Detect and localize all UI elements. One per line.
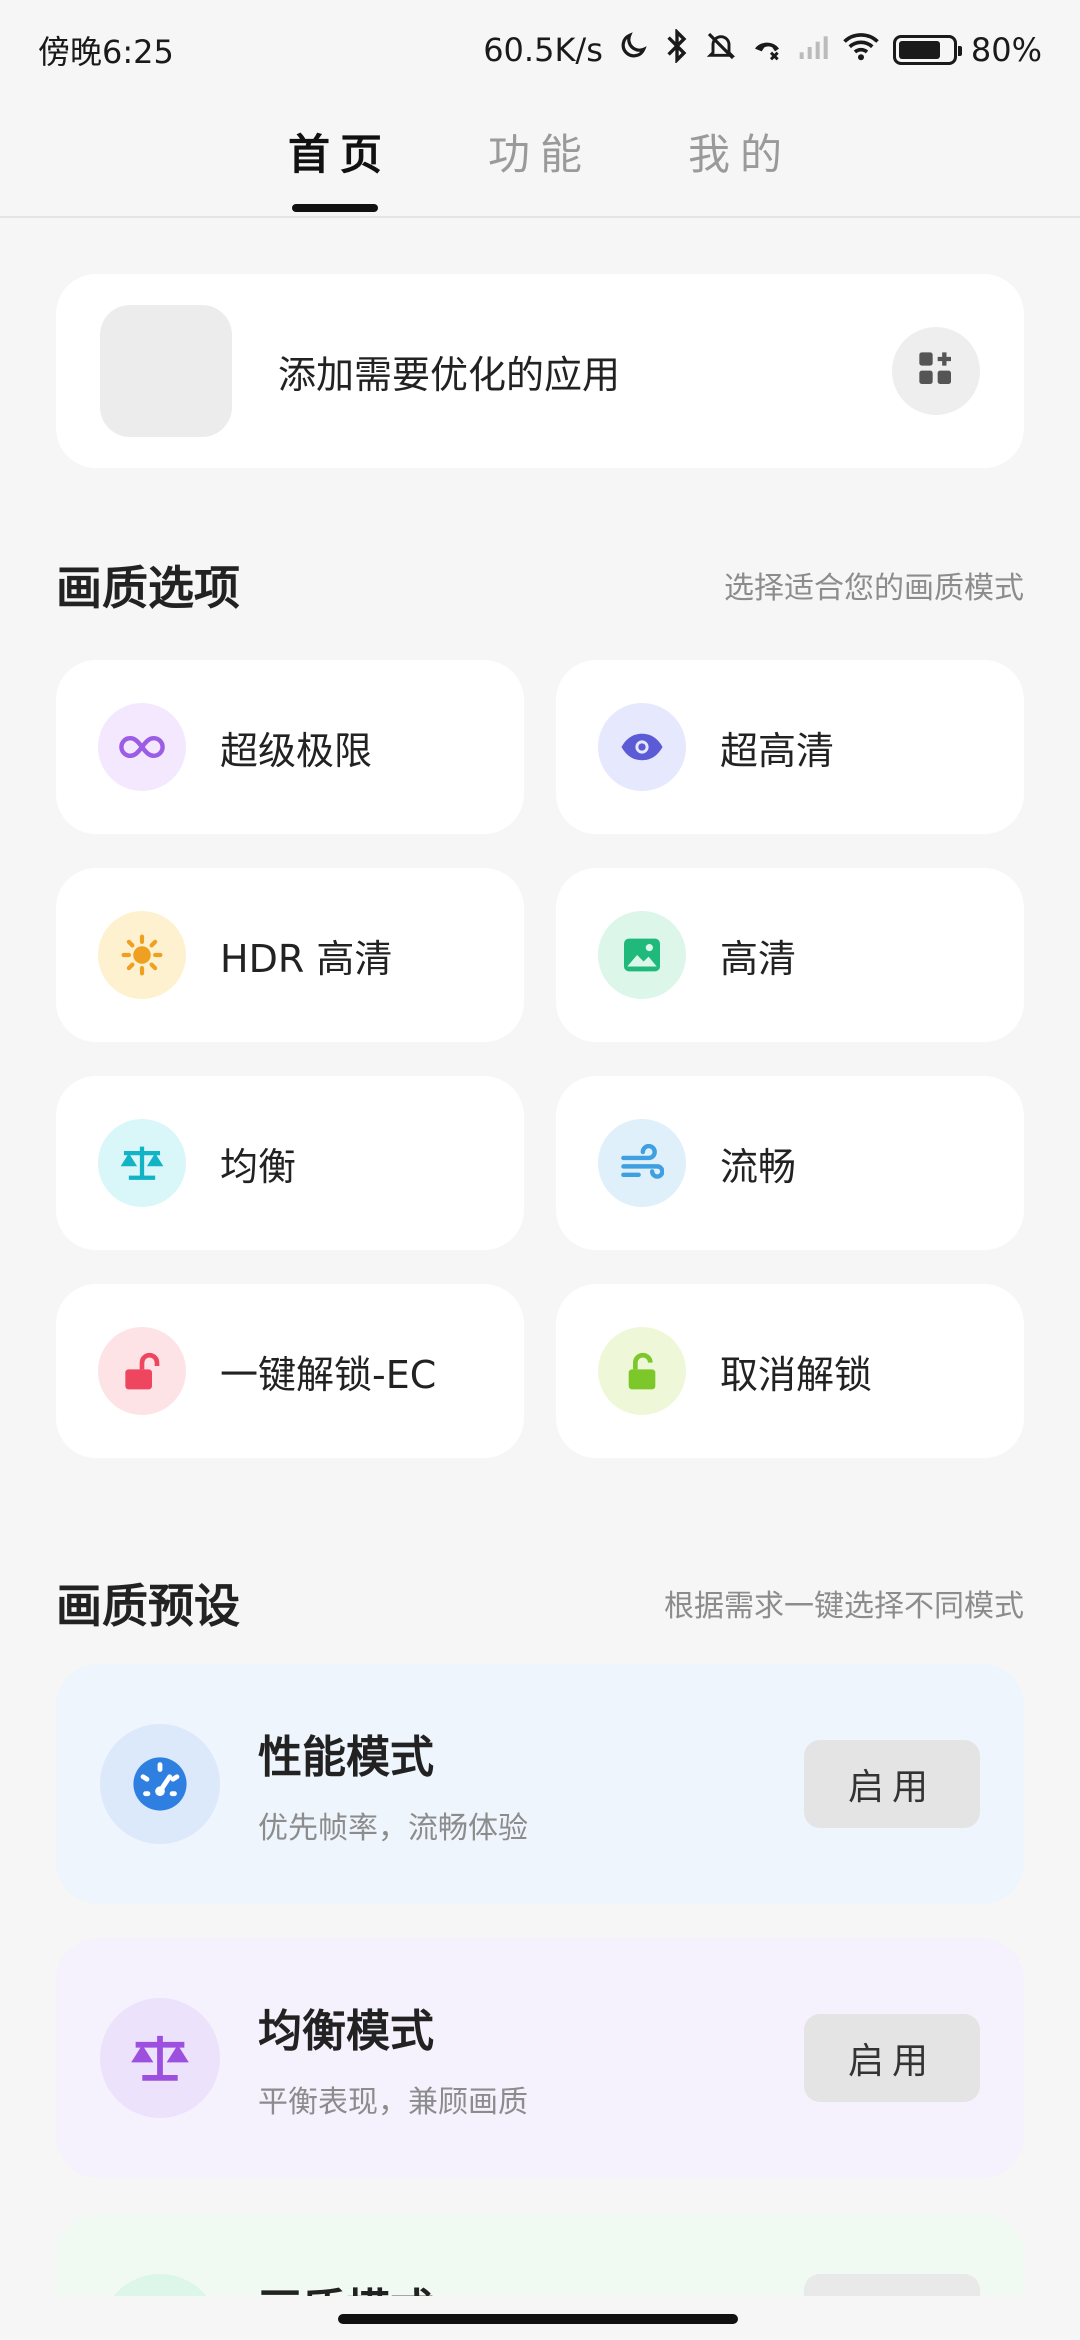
option-label: 高清: [720, 936, 797, 981]
enable-button[interactable]: 启用: [804, 2014, 980, 2102]
speedometer-icon: [100, 1724, 220, 1844]
status-icons: 60.5K/s 80%: [483, 27, 1042, 71]
option-label: HDR 高清: [220, 936, 393, 981]
quality-options-header: 画质选项 选择适合您的画质模式: [56, 552, 1024, 618]
add-app-label: 添加需要优化的应用: [278, 352, 621, 397]
unlock-icon: [598, 1327, 686, 1415]
option-balanced[interactable]: 均衡: [56, 1076, 524, 1250]
status-time: 傍晚6:25: [38, 33, 174, 71]
option-ultra-hd[interactable]: 超高清: [556, 660, 1024, 834]
preset-text: 均衡模式 平衡表现，兼顾画质: [258, 1995, 804, 2121]
signal-icon: [797, 31, 829, 69]
option-super-extreme[interactable]: 超级极限: [56, 660, 524, 834]
tab-features[interactable]: 功能: [488, 121, 592, 196]
section-subtitle: 根据需求一键选择不同模式: [664, 1589, 1024, 1624]
enable-button[interactable]: 启用: [804, 1740, 980, 1828]
eye-icon: [598, 703, 686, 791]
scale-icon: [100, 1998, 220, 2118]
option-one-click-unlock[interactable]: 一键解锁-EC: [56, 1284, 524, 1458]
wifi-icon: [843, 31, 879, 69]
scale-icon: [98, 1119, 186, 1207]
section-subtitle: 选择适合您的画质模式: [724, 571, 1024, 606]
status-bar: 傍晚6:25 60.5K/s 80%: [0, 0, 1080, 100]
grid-add-icon: [916, 349, 956, 393]
option-cancel-unlock[interactable]: 取消解锁: [556, 1284, 1024, 1458]
preset-description: 优先帧率，流畅体验: [258, 1811, 528, 1846]
option-hd[interactable]: 高清: [556, 868, 1024, 1042]
preset-title: 均衡模式: [258, 2006, 434, 2057]
image-icon: [598, 911, 686, 999]
option-smooth[interactable]: 流畅: [556, 1076, 1024, 1250]
wind-icon: [598, 1119, 686, 1207]
call-off-icon: [751, 30, 783, 70]
option-hdr-hd[interactable]: HDR 高清: [56, 868, 524, 1042]
option-label: 超高清: [720, 728, 835, 773]
bell-off-icon: [705, 29, 737, 71]
tab-mine[interactable]: 我的: [688, 121, 792, 196]
sun-icon: [98, 911, 186, 999]
quality-presets-header: 画质预设 根据需求一键选择不同模式: [56, 1570, 1024, 1636]
option-label: 取消解锁: [720, 1352, 873, 1397]
section-title: 画质预设: [56, 1579, 240, 1633]
preset-text: 性能模式 优先帧率，流畅体验: [258, 1721, 804, 1847]
network-speed: 60.5K/s: [483, 31, 603, 69]
section-title: 画质选项: [56, 561, 240, 615]
app-placeholder-thumbnail: [100, 305, 232, 437]
preset-title: 性能模式: [258, 1732, 434, 1783]
preset-balanced-card[interactable]: 均衡模式 平衡表现，兼顾画质 启用: [56, 1938, 1024, 2178]
battery-percent: 80%: [970, 31, 1042, 69]
top-tabs: 首页 功能 我的: [0, 100, 1080, 218]
quality-options-grid: 超级极限 超高清 HDR 高清 高清 均衡 流畅 一键解锁-EC 取消解锁: [56, 660, 1024, 1458]
add-app-card[interactable]: 添加需要优化的应用: [56, 274, 1024, 468]
infinity-icon: [98, 703, 186, 791]
option-label: 均衡: [220, 1144, 297, 1189]
preset-performance-card[interactable]: 性能模式 优先帧率，流畅体验 启用: [56, 1664, 1024, 1904]
option-label: 一键解锁-EC: [220, 1352, 437, 1397]
option-label: 流畅: [720, 1144, 797, 1189]
bluetooth-icon: [663, 27, 691, 71]
home-indicator[interactable]: [338, 2314, 738, 2324]
option-label: 超级极限: [220, 728, 373, 773]
preset-description: 平衡表现，兼顾画质: [258, 2085, 528, 2120]
battery-icon: [892, 35, 962, 65]
unlock-icon: [98, 1327, 186, 1415]
add-app-button[interactable]: [892, 327, 980, 415]
moon-icon: [617, 30, 649, 70]
battery-fill: [898, 41, 941, 59]
tab-home[interactable]: 首页: [288, 121, 392, 212]
